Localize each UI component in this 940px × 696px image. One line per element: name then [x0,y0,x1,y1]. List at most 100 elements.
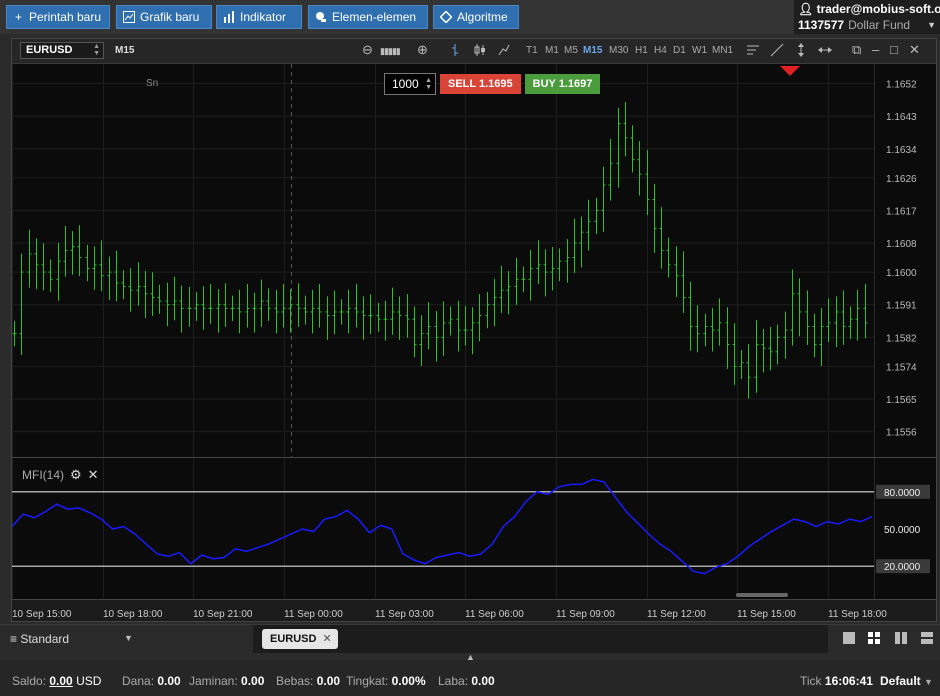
close-icon[interactable]: ✕ [322,629,331,649]
indicator-button[interactable]: Indikator [216,5,302,29]
price-bar [143,270,148,319]
price-bar [688,281,693,351]
line-chart-icon[interactable] [498,43,510,60]
zoom-slider-icon[interactable]: ▮▮▮▮▮ [380,44,401,58]
tf-m1[interactable]: M1 [545,45,559,56]
layout-columns-icon[interactable] [894,631,908,645]
price-bar [48,259,53,293]
time-tick-label: 11 Sep 18:00 [828,609,887,620]
workspace-tab-bar: ≡ Standard ▼ EURUSD ✕ [0,624,940,653]
price-bar [463,305,468,346]
buy-button[interactable]: BUY 1.1697 [524,74,601,94]
price-bar [448,306,453,336]
trendline-icon[interactable] [770,43,784,60]
mfi-level-label: 50.0000 [884,525,921,536]
tab-eurusd[interactable]: EURUSD ✕ [262,629,338,649]
free-margin: Bebas: 0.00 [276,674,341,688]
balance: Saldo: 0.00 USD [12,674,102,688]
tf-t1[interactable]: T1 [526,45,538,56]
price-bar [506,270,511,315]
popout-icon[interactable]: ⧉ [852,43,861,57]
chevron-down-icon[interactable]: ▼ [124,633,133,643]
price-bar [594,197,599,234]
account-panel[interactable]: 👤︎ trader@mobius-soft.org 1137577 Dollar … [794,0,940,34]
chart-header: EURUSD ▲ ▼ M15 ⊖ ▮▮▮▮▮ ⊕ T1 M1 M5 M15 M30… [12,39,936,64]
new-chart-label: Grafik baru [140,10,200,24]
tf-h1[interactable]: H1 [635,45,648,56]
price-bar [637,141,642,196]
chart-plot-area[interactable]: 1.1652 1.1643 1.1634 1.1626 1.1617 1.1608 1.16… [12,64,936,621]
tf-mn1[interactable]: MN1 [712,45,733,56]
price-tick-label: 1.1556 [886,428,917,439]
price-bar [99,240,104,292]
account-number: 1137577 [798,18,845,32]
price-tick-label: 1.1608 [886,239,917,250]
algorithm-label: Algoritme [457,10,508,24]
elements-button[interactable]: Elemen-elemen [308,5,428,29]
tf-d1[interactable]: D1 [673,45,686,56]
price-bar [695,305,700,353]
candlestick-icon[interactable] [474,43,486,60]
time-tick-label: 10 Sep 18:00 [103,609,163,620]
price-bar [194,292,199,322]
price-bar [339,299,344,325]
horizontal-line-icon[interactable] [818,43,832,60]
quantity-input[interactable]: 1000 ▲ ▼ [384,73,436,95]
price-bar [426,302,431,350]
minimize-icon[interactable]: – [872,43,879,57]
zoom-out-icon[interactable]: ⊖ [362,43,373,57]
price-tick-label: 1.1634 [886,145,917,156]
layout-grid-icon[interactable] [867,631,881,645]
buy-label: BUY [532,78,556,90]
price-bar [274,289,279,334]
elements-label: Elemen-elemen [332,10,417,24]
price-tick-label: 1.1591 [886,301,917,312]
price-bar [514,257,519,306]
profile-selector[interactable]: Default ▼ [880,674,933,688]
price-bar [710,307,715,352]
buy-price: 1.1697 [558,78,593,90]
price-tick-label: 1.1582 [886,333,917,344]
price-bar [41,243,46,291]
spinner-icon: ▲ ▼ [93,43,100,57]
price-bar [681,251,686,314]
tf-w1[interactable]: W1 [692,45,707,56]
time-tick-label: 11 Sep 00:00 [284,609,343,620]
vertical-line-icon[interactable] [796,43,806,60]
template-selector[interactable]: ≡ Standard ▼ [0,625,253,653]
price-bar [616,107,621,188]
indicator-label: Indikator [240,10,287,24]
account-email-row: 👤︎ trader@mobius-soft.org [798,2,940,16]
tf-m15[interactable]: M15 [583,45,602,56]
horizontal-scrollbar[interactable] [736,593,788,597]
price-bar [361,296,366,340]
new-order-button[interactable]: + Perintah baru [6,5,110,29]
zoom-in-icon[interactable]: ⊕ [417,43,428,57]
symbol-selector[interactable]: EURUSD ▲ ▼ [20,42,104,59]
new-chart-button[interactable]: Grafik baru [116,5,212,29]
layout-rows-icon[interactable] [920,631,934,645]
tf-m30[interactable]: M30 [609,45,628,56]
maximize-icon[interactable]: □ [890,43,898,57]
margin-level: Tingkat: 0.00% [346,674,426,688]
price-bar [390,287,395,335]
algorithm-button[interactable]: Algoritme [433,5,519,29]
bar-chart-type-icon[interactable] [450,43,460,60]
price-bar [739,350,744,380]
layout-single-icon[interactable] [842,631,856,645]
tf-m5[interactable]: M5 [564,45,578,56]
chart-window: EURUSD ▲ ▼ M15 ⊖ ▮▮▮▮▮ ⊕ T1 M1 M5 M15 M30… [11,38,937,622]
price-bar [797,278,802,337]
tf-h4[interactable]: H4 [654,45,667,56]
chevron-down-icon[interactable]: ▼ [927,20,936,30]
price-bar [521,266,526,293]
new-order-label: Perintah baru [28,10,101,24]
profit: Laba: 0.00 [438,674,495,688]
diamond-icon [439,10,453,24]
close-icon[interactable]: ✕ [88,467,99,483]
close-icon[interactable]: ✕ [909,43,920,57]
gear-icon[interactable]: ⚙ [70,467,82,483]
indicator-list-icon[interactable] [746,43,760,60]
sell-button[interactable]: SELL 1.1695 [440,74,521,94]
user-icon: 👤︎ [798,2,814,16]
